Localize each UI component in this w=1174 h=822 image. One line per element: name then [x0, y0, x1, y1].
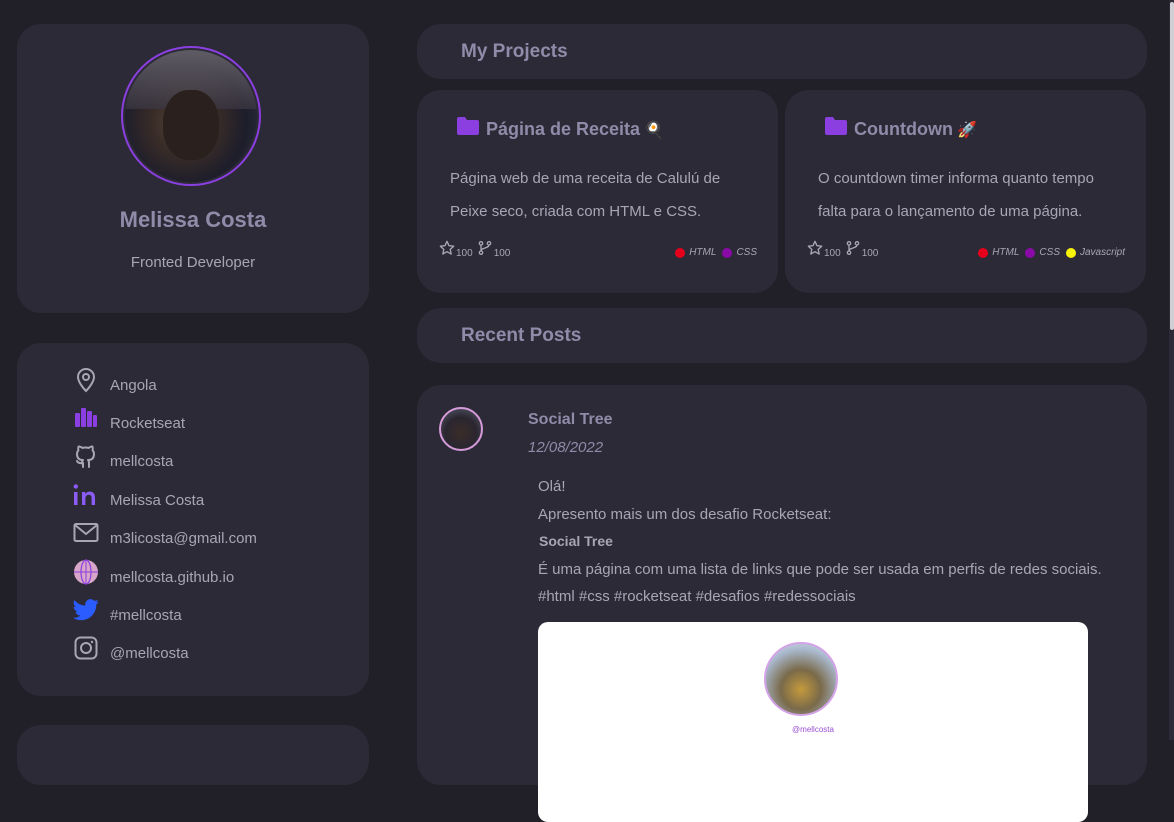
project-card[interactable]: Página de Receita 🍳 Página web de uma re… [417, 90, 778, 293]
contact-twitter[interactable]: #mellcosta [73, 595, 182, 625]
preview-avatar [764, 642, 838, 716]
fork-icon [478, 241, 492, 255]
rocketseat-icon [73, 405, 99, 431]
scrollbar[interactable] [1169, 0, 1174, 740]
post-card: Social Tree 12/08/2022 Olá! Apresento ma… [417, 385, 1147, 822]
scrollbar-thumb[interactable] [1170, 2, 1174, 330]
profile-avatar [121, 46, 261, 186]
contact-label[interactable]: m3licosta@gmail.com [110, 530, 257, 547]
star-count: 100 [456, 248, 473, 259]
fork-count: 100 [861, 248, 879, 259]
language-label: Javascript [1079, 247, 1125, 258]
project-description: Página web de uma receita de Calulú de P… [450, 170, 721, 220]
projects-header: My Projects [417, 24, 1147, 79]
rocket-emoji-icon: 🚀 [956, 121, 977, 139]
location-pin-icon [73, 367, 99, 393]
contact-label[interactable]: @mellcosta [110, 645, 189, 662]
profile-name: Melissa Costa [119, 207, 267, 232]
contact-label[interactable]: #mellcosta [110, 607, 182, 624]
mail-icon [73, 520, 99, 546]
posts-title: Recent Posts [461, 325, 582, 346]
post-avatar [439, 407, 483, 451]
profile-photo [125, 50, 257, 182]
contact-location: Angola [73, 365, 157, 395]
folder-icon [457, 116, 479, 135]
globe-icon [73, 559, 99, 585]
fork-count: 100 [493, 248, 511, 259]
contact-label[interactable]: mellcosta [110, 453, 173, 470]
css-dot [1025, 247, 1036, 258]
contact-label[interactable]: mellcosta.github.io [110, 569, 234, 586]
contact-label: Angola [110, 376, 157, 394]
javascript-dot [1065, 247, 1076, 258]
profile-card: Melissa Costa Fronted Developer [17, 24, 369, 313]
project-title[interactable]: Countdown 🚀 [824, 115, 977, 139]
extra-card [17, 725, 369, 785]
contacts-card: Angola Rocketseat mellcosta Melissa Cost… [17, 343, 369, 696]
github-icon [73, 443, 99, 469]
post-hashtags[interactable]: #html #css #rocketseat #desafios #redess… [538, 588, 856, 605]
twitter-icon [73, 597, 99, 623]
linkedin-icon [73, 482, 99, 508]
project-description: O countdown timer informa quanto tempo f… [818, 170, 1094, 220]
post-title[interactable]: Social Tree [528, 411, 613, 429]
profile-role: Fronted Developer [130, 254, 256, 271]
fork-icon [846, 241, 860, 255]
post-text-line: É uma página com uma lista de links que … [538, 561, 1102, 578]
language-label: HTML [689, 247, 717, 258]
contact-rocketseat[interactable]: Rocketseat [73, 403, 185, 433]
project-name[interactable]: Página de Receita [486, 119, 640, 140]
html-dot [675, 247, 686, 258]
project-languages: HTML CSS Javascript [972, 247, 1125, 258]
contact-label[interactable]: Melissa Costa [110, 492, 204, 509]
cooking-emoji-icon: 🍳 [644, 121, 664, 139]
project-name[interactable]: Countdown [854, 119, 953, 140]
contact-linkedin[interactable]: Melissa Costa [73, 480, 204, 510]
project-card[interactable]: Countdown 🚀 O countdown timer informa qu… [785, 90, 1146, 293]
project-title[interactable]: Página de Receita 🍳 [456, 115, 664, 139]
language-label: CSS [736, 247, 757, 258]
star-icon [439, 240, 455, 255]
contact-instagram[interactable]: @mellcosta [73, 633, 189, 663]
project-stats: 100 100 [439, 240, 514, 259]
post-text-line: Apresento mais um dos desafio Rocketseat… [538, 506, 832, 523]
post-preview-image[interactable]: @mellcosta [538, 622, 1088, 822]
folder-icon [825, 116, 847, 135]
star-icon [807, 240, 823, 255]
language-label: HTML [992, 247, 1020, 258]
projects-title: My Projects [461, 41, 568, 62]
star-count: 100 [824, 248, 841, 259]
post-text-line: Olá! [538, 478, 566, 495]
contact-website[interactable]: mellcosta.github.io [73, 557, 234, 587]
contact-label[interactable]: Rocketseat [110, 415, 185, 432]
html-dot [978, 247, 989, 258]
language-label: CSS [1039, 247, 1060, 258]
preview-handle: @mellcosta [792, 725, 834, 734]
project-stats: 100 100 [807, 240, 882, 259]
project-languages: HTML CSS [669, 247, 757, 258]
posts-header: Recent Posts [417, 308, 1147, 363]
instagram-icon [73, 635, 99, 661]
contact-email[interactable]: m3licosta@gmail.com [73, 518, 257, 548]
css-dot [722, 247, 733, 258]
post-text-line: Social Tree [539, 533, 613, 549]
contact-github[interactable]: mellcosta [73, 441, 173, 471]
post-date: 12/08/2022 [528, 439, 604, 456]
